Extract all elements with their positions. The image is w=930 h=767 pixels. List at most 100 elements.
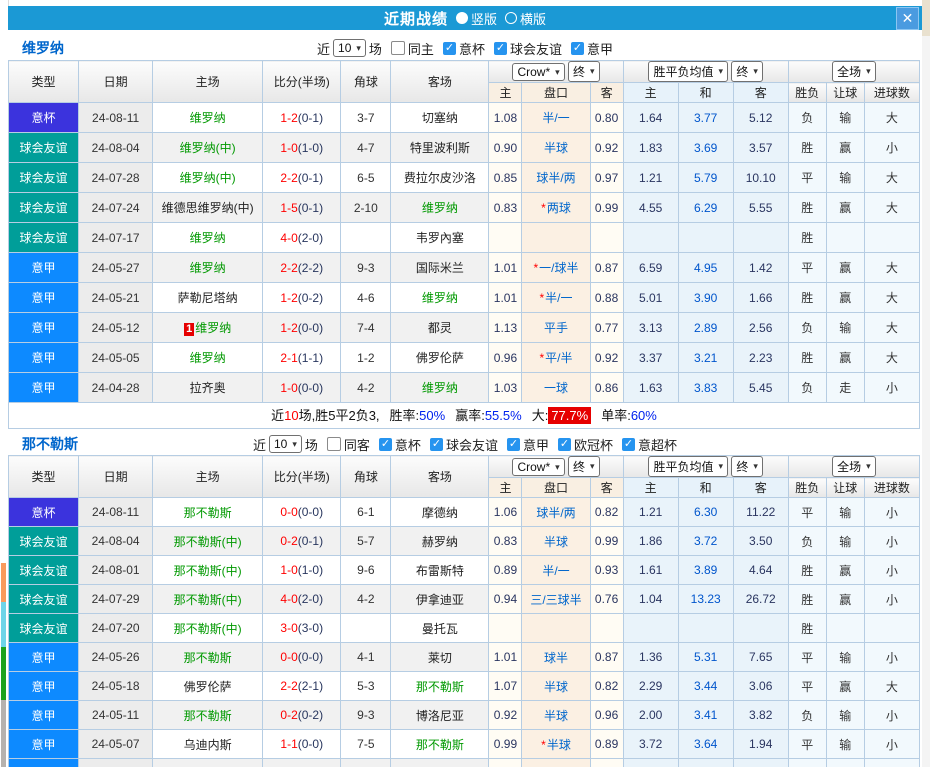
scope-select[interactable]: 全场 ▾ bbox=[832, 61, 876, 82]
layout-radio-vertical-label[interactable]: 竖版 bbox=[471, 9, 497, 28]
handicap-cell: 半球 bbox=[521, 132, 591, 163]
scope-select[interactable]: 全场 ▾ bbox=[832, 456, 876, 477]
recent-count-select[interactable]: 10 ▾ bbox=[269, 435, 302, 453]
home-odds: 1.01 bbox=[488, 282, 523, 313]
avg-sub-header: 客 bbox=[732, 477, 789, 498]
result-goals: 小 bbox=[863, 497, 921, 527]
away-team-name: 切塞纳 bbox=[421, 111, 458, 125]
match-row: 球会友谊 24-08-04 维罗纳(中) 1-0(1-0) 4-7 特里波利斯 0.90 半球… bbox=[8, 132, 921, 163]
avg-away: 5.12 bbox=[732, 102, 789, 133]
match-date: 24-05-05 bbox=[78, 342, 154, 373]
home-team-cell: 维罗纳 bbox=[152, 102, 264, 133]
handicap-cell: *两球 bbox=[521, 192, 591, 223]
home-odds: 1.01 bbox=[488, 252, 523, 283]
league-checkbox[interactable]: ✓ bbox=[493, 41, 507, 55]
handicap-cell: *半球 bbox=[521, 729, 591, 759]
league-checkbox-label[interactable]: 欧冠杯 bbox=[574, 435, 613, 454]
handicap-cell: 半/一 bbox=[521, 555, 591, 585]
result-wdl: 胜 bbox=[787, 192, 827, 223]
avg-away: 1.94 bbox=[732, 729, 789, 759]
avg-time-select[interactable]: 终 ▾ bbox=[731, 61, 763, 82]
chevron-down-icon: ▾ bbox=[555, 461, 560, 472]
result-wdl: 负 bbox=[787, 526, 827, 556]
avg-type-select[interactable]: 胜平负均值 ▾ bbox=[648, 456, 728, 477]
league-checkbox[interactable]: ✓ bbox=[506, 437, 520, 451]
asterisk-mark: * bbox=[539, 291, 545, 305]
league-checkbox-label[interactable]: 意甲 bbox=[523, 435, 549, 454]
close-icon[interactable]: ✕ bbox=[896, 7, 919, 30]
result-wdl: 胜 bbox=[787, 282, 827, 313]
league-checkbox[interactable]: ✓ bbox=[621, 437, 635, 451]
league-type-badge: 意甲 bbox=[8, 671, 80, 701]
corner-count: 5-7 bbox=[340, 526, 392, 556]
home-team-cell: 维德思维罗纳(中) bbox=[152, 192, 264, 223]
league-checkbox[interactable]: ✓ bbox=[570, 41, 584, 55]
asterisk-mark: * bbox=[541, 737, 546, 752]
layout-radio-horizontal[interactable] bbox=[505, 12, 517, 24]
away-team-cell: 切塞纳 bbox=[390, 102, 490, 133]
odds-provider-select[interactable]: Crow* ▾ bbox=[512, 458, 565, 476]
odds-time-select[interactable]: 终 ▾ bbox=[568, 456, 600, 477]
fulltime-score: 1-2 bbox=[280, 320, 298, 335]
same-side-checkbox[interactable] bbox=[326, 437, 341, 451]
layout-radio-horizontal-label[interactable]: 横版 bbox=[520, 9, 546, 28]
avg-away: 3.82 bbox=[732, 700, 789, 730]
home-team-name: 维德思维罗纳(中) bbox=[161, 201, 254, 215]
halftime-score: (2-0) bbox=[297, 592, 324, 606]
avg-type-select[interactable]: 胜平负均值 ▾ bbox=[648, 61, 728, 82]
avg-time-select[interactable]: 终 ▾ bbox=[731, 456, 763, 477]
away-team-cell: 伊拿迪亚 bbox=[390, 584, 490, 614]
fulltime-score: 4-0 bbox=[280, 230, 298, 245]
avg-draw: 3.90 bbox=[677, 282, 734, 313]
league-type-badge: 意甲 bbox=[8, 642, 80, 672]
home-team-name: 那不勒斯 bbox=[183, 650, 232, 665]
result-goals: 小 bbox=[863, 700, 921, 730]
fulltime-score: 0-2 bbox=[280, 708, 298, 722]
away-odds: 0.93 bbox=[589, 555, 624, 585]
column-header: 类型 bbox=[8, 60, 80, 103]
league-checkbox[interactable]: ✓ bbox=[429, 437, 443, 451]
result-sub-header: 进球数 bbox=[863, 477, 921, 498]
result-handicap: 赢 bbox=[825, 252, 865, 283]
halftime-score: (0-0) bbox=[297, 380, 324, 395]
match-row: 球会友谊 24-08-04 那不勒斯(中) 0-2(0-1) 5-7 赫罗纳 0.83 半球 0… bbox=[8, 526, 921, 556]
league-checkbox-label[interactable]: 意超杯 bbox=[638, 435, 677, 454]
league-checkbox-label[interactable]: 球会友谊 bbox=[510, 39, 562, 58]
same-side-checkbox[interactable] bbox=[390, 41, 405, 55]
same-side-label[interactable]: 同客 bbox=[344, 435, 370, 454]
league-checkbox[interactable]: ✓ bbox=[442, 41, 456, 55]
score-cell: 3-0(3-0) bbox=[262, 613, 342, 643]
league-checkbox[interactable]: ✓ bbox=[557, 437, 571, 451]
avg-home: 1.83 bbox=[622, 132, 679, 163]
avg-draw: 6.30 bbox=[677, 497, 734, 527]
match-row: 意甲 24-05-07 乌迪内斯 1-1(0-0) 7-5 那不勒斯 0.99 *半球 0.89… bbox=[8, 729, 921, 759]
league-checkbox-label[interactable]: 球会友谊 bbox=[446, 435, 498, 454]
score-cell: 2-2(0-1) bbox=[262, 162, 342, 193]
match-row: 意甲 24-05-26 那不勒斯 0-0(0-0) 4-1 莱切 1.01 球半 0.87 1.3… bbox=[8, 642, 921, 672]
match-row: 球会友谊 24-08-01 那不勒斯(中) 1-0(1-0) 9-6 布雷斯特 0.89 半/… bbox=[8, 555, 921, 585]
away-team-name: 维罗纳 bbox=[421, 291, 458, 305]
layout-radio-vertical[interactable] bbox=[455, 12, 468, 24]
match-date: 24-05-07 bbox=[78, 729, 154, 759]
league-checkbox[interactable]: ✓ bbox=[378, 437, 392, 451]
away-team-cell: 布雷斯特 bbox=[390, 555, 490, 585]
corner-count: 6-5 bbox=[340, 162, 392, 193]
league-checkbox-label[interactable]: 意杯 bbox=[395, 435, 421, 454]
page-right-strip bbox=[922, 0, 930, 767]
away-odds: 0.99 bbox=[589, 192, 624, 223]
league-type-badge: 意杯 bbox=[8, 497, 80, 527]
away-odds: 0.87 bbox=[589, 252, 624, 283]
league-checkbox-label[interactable]: 意杯 bbox=[459, 39, 485, 58]
home-odds: 1.07 bbox=[488, 671, 523, 701]
column-header: 比分(半场) bbox=[262, 60, 342, 103]
same-side-label[interactable]: 同主 bbox=[408, 39, 434, 58]
halftime-score: (0-1) bbox=[297, 170, 324, 185]
chevron-down-icon: ▾ bbox=[866, 66, 871, 76]
odds-time-select[interactable]: 终 ▾ bbox=[568, 61, 600, 82]
corner-count: 5-3 bbox=[340, 671, 392, 701]
result-handicap: 输 bbox=[825, 729, 865, 759]
recent-count-select[interactable]: 10 ▾ bbox=[333, 39, 366, 57]
section-summary: 近10场,胜5平2负3, 胜率:50% 赢率:55.5% 大: 77.7% 单率:60% bbox=[8, 403, 920, 429]
league-checkbox-label[interactable]: 意甲 bbox=[587, 39, 613, 58]
odds-provider-select[interactable]: Crow* ▾ bbox=[512, 63, 565, 81]
